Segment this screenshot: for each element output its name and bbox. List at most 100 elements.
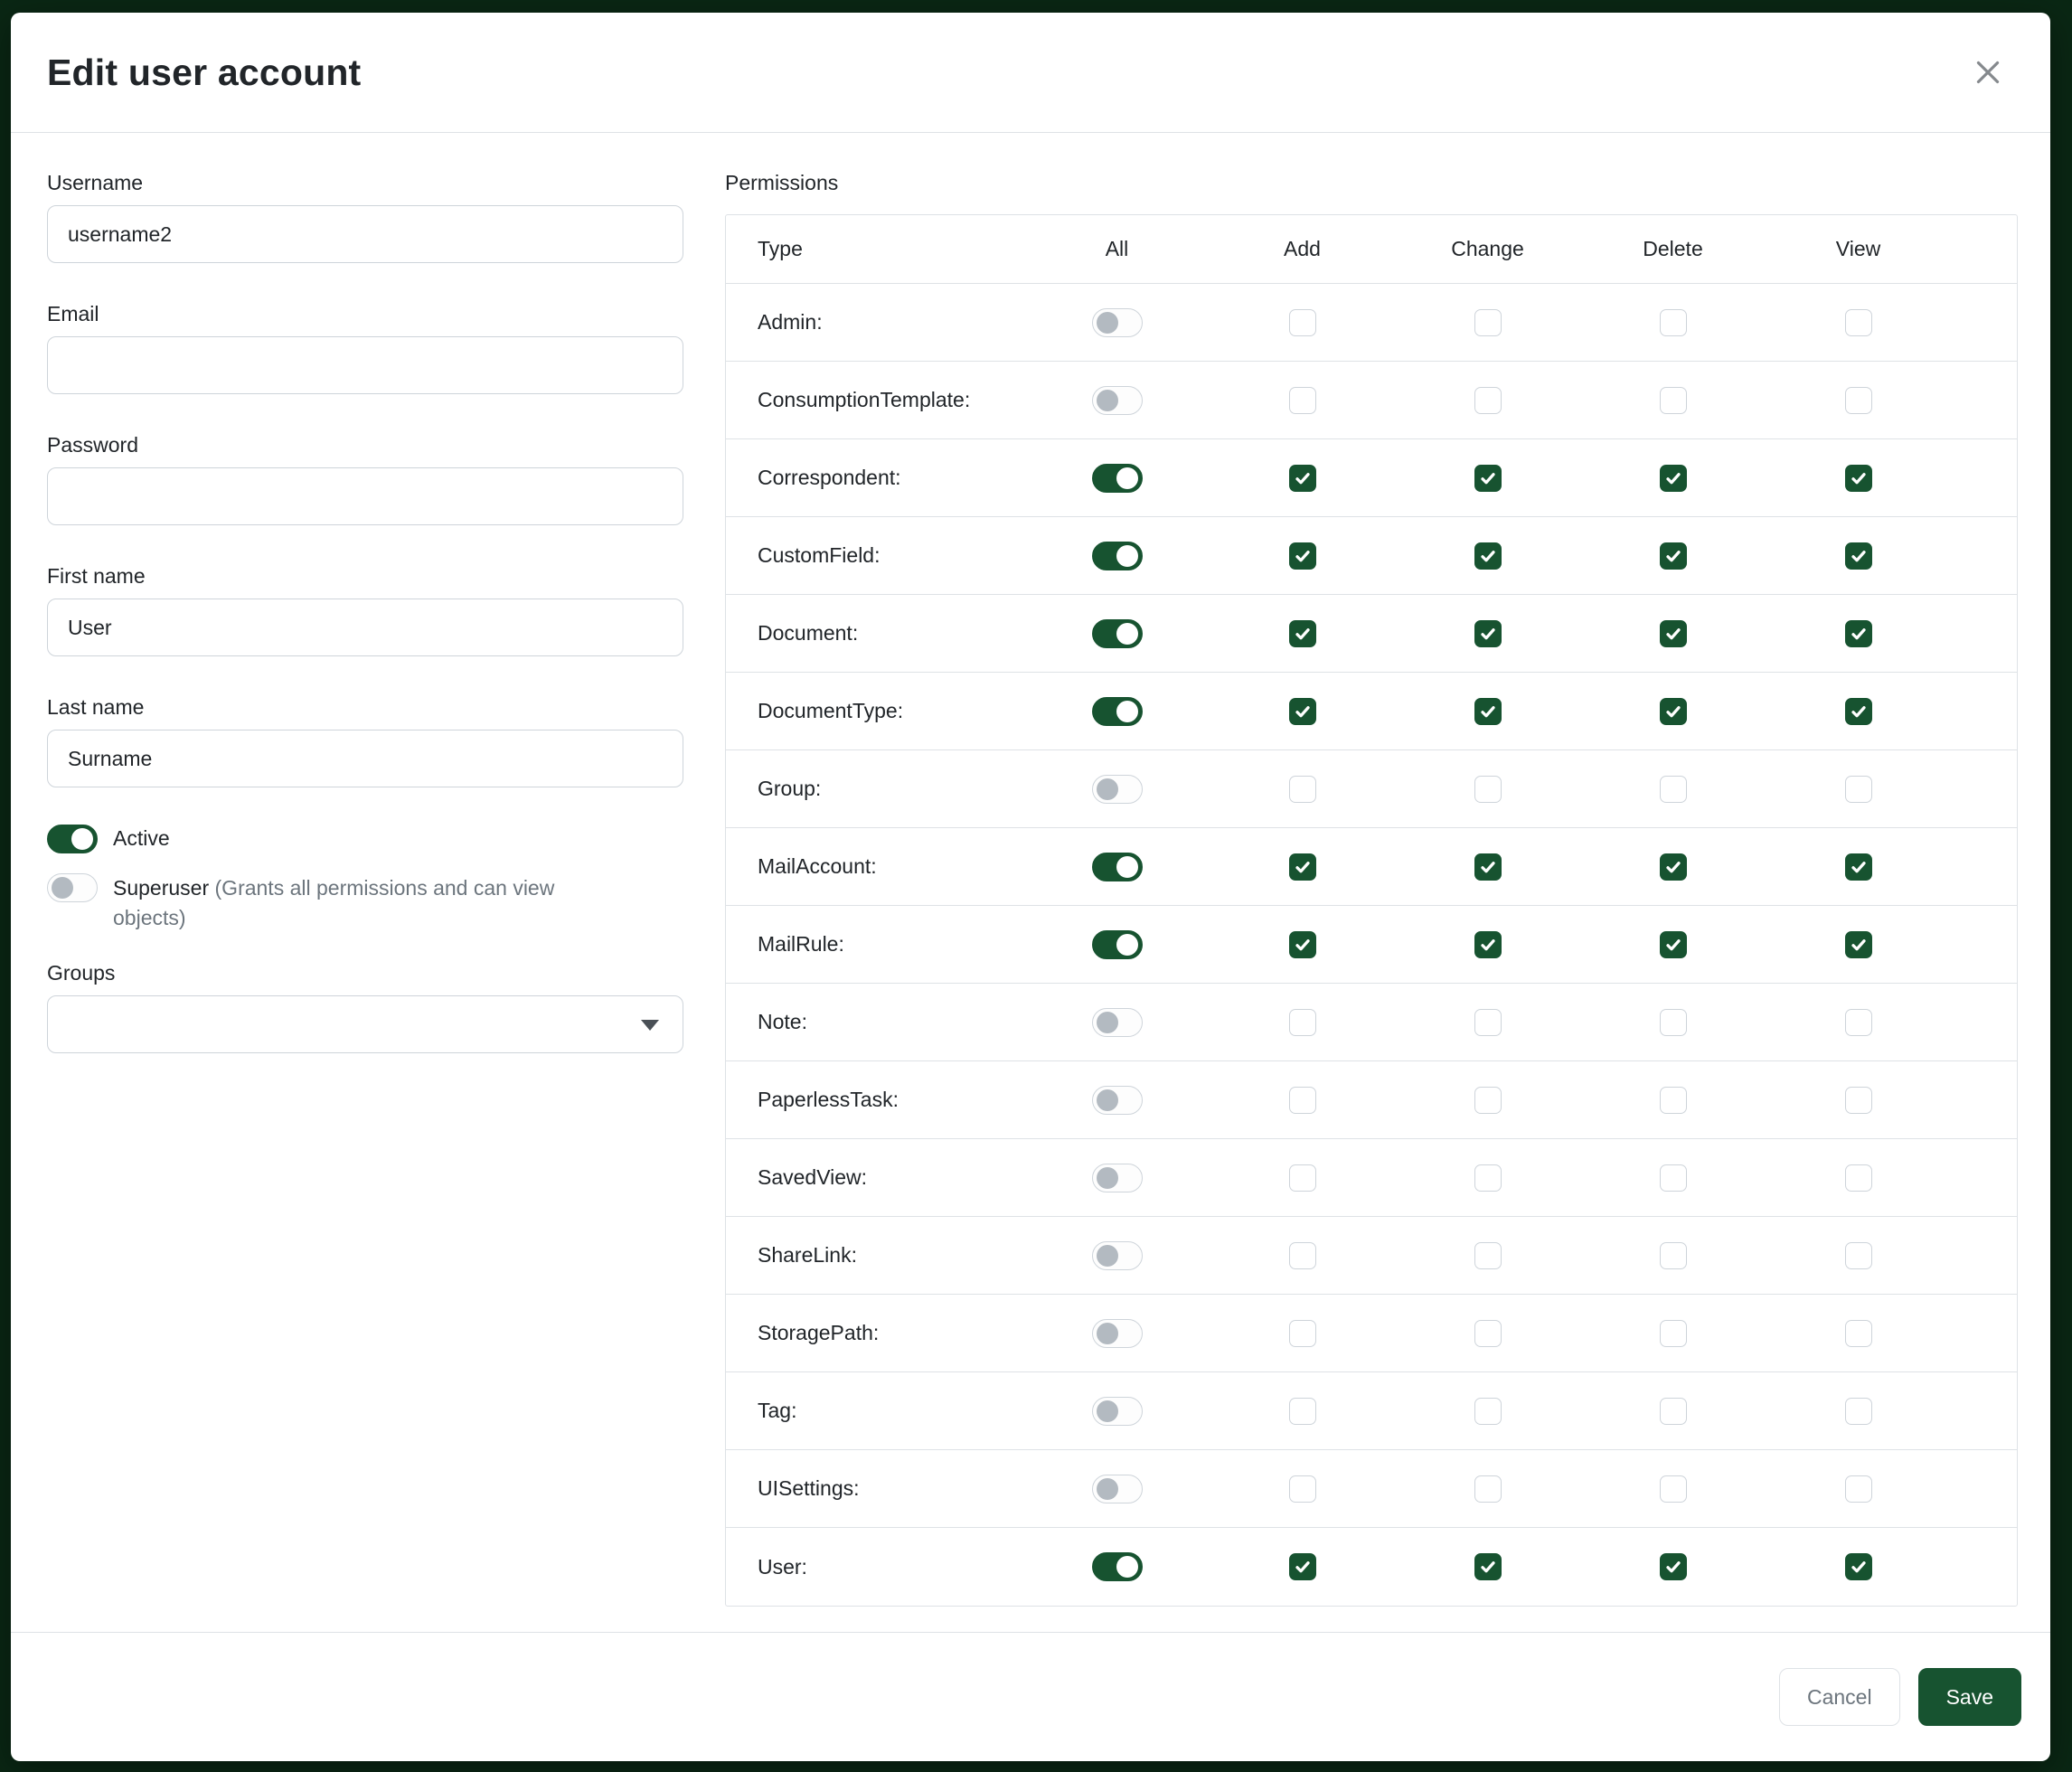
permission-change-checkbox[interactable] [1474,1242,1502,1269]
permission-view-checkbox[interactable] [1845,1398,1872,1425]
permission-change-checkbox[interactable] [1474,1320,1502,1347]
permission-add-checkbox[interactable] [1289,1087,1316,1114]
permission-add-checkbox[interactable] [1289,542,1316,570]
permission-delete-checkbox[interactable] [1660,542,1687,570]
permission-view-checkbox[interactable] [1845,1320,1872,1347]
permission-row: MailRule: [726,906,2017,984]
permission-view-checkbox[interactable] [1845,776,1872,803]
permission-delete-checkbox[interactable] [1660,1164,1687,1192]
active-toggle[interactable] [47,825,98,853]
permission-add-checkbox[interactable] [1289,1320,1316,1347]
permission-view-checkbox[interactable] [1845,853,1872,881]
permission-delete-checkbox[interactable] [1660,1320,1687,1347]
permission-delete-checkbox[interactable] [1660,1475,1687,1503]
permission-delete-checkbox[interactable] [1660,1242,1687,1269]
permission-all-toggle[interactable] [1092,853,1143,881]
close-button[interactable] [1965,50,2011,95]
permission-change-checkbox[interactable] [1474,776,1502,803]
permission-delete-checkbox[interactable] [1660,465,1687,492]
save-button[interactable]: Save [1918,1668,2021,1726]
username-input[interactable] [47,205,683,263]
cancel-button[interactable]: Cancel [1779,1668,1900,1726]
permission-all-toggle[interactable] [1092,1008,1143,1037]
permission-add-checkbox[interactable] [1289,387,1316,414]
permission-all-toggle[interactable] [1092,619,1143,648]
permission-delete-checkbox[interactable] [1660,1398,1687,1425]
permission-all-toggle[interactable] [1092,464,1143,493]
permission-all-toggle[interactable] [1092,775,1143,804]
permission-change-checkbox[interactable] [1474,1087,1502,1114]
permission-all-toggle[interactable] [1092,697,1143,726]
permission-add-checkbox[interactable] [1289,698,1316,725]
permission-delete-checkbox[interactable] [1660,387,1687,414]
permission-add-checkbox[interactable] [1289,1242,1316,1269]
permission-change-checkbox[interactable] [1474,465,1502,492]
permission-add-checkbox[interactable] [1289,620,1316,647]
permission-all-toggle[interactable] [1092,1319,1143,1348]
permission-add-checkbox[interactable] [1289,1475,1316,1503]
permission-change-checkbox[interactable] [1474,387,1502,414]
permission-all-toggle[interactable] [1092,308,1143,337]
permission-view-checkbox[interactable] [1845,931,1872,958]
permission-delete-checkbox[interactable] [1660,1087,1687,1114]
permission-change-checkbox[interactable] [1474,620,1502,647]
permission-add-checkbox[interactable] [1289,853,1316,881]
permission-delete-checkbox[interactable] [1660,309,1687,336]
permission-delete-checkbox[interactable] [1660,1553,1687,1580]
permission-change-checkbox[interactable] [1474,931,1502,958]
permission-all-toggle[interactable] [1092,386,1143,415]
permissions-panel: Permissions Type All Add Change Delete V… [725,167,2018,1632]
permission-all-toggle[interactable] [1092,542,1143,570]
permission-change-checkbox[interactable] [1474,309,1502,336]
permission-change-checkbox[interactable] [1474,1553,1502,1580]
permission-add-checkbox[interactable] [1289,1553,1316,1580]
last-name-input[interactable] [47,730,683,787]
permission-change-checkbox[interactable] [1474,542,1502,570]
permission-delete-checkbox[interactable] [1660,698,1687,725]
permission-view-checkbox[interactable] [1845,387,1872,414]
permission-delete-checkbox[interactable] [1660,931,1687,958]
permission-change-checkbox[interactable] [1474,1475,1502,1503]
permission-add-checkbox[interactable] [1289,1009,1316,1036]
permission-add-checkbox[interactable] [1289,309,1316,336]
permission-change-checkbox[interactable] [1474,1164,1502,1192]
groups-select[interactable] [47,995,683,1053]
permission-change-checkbox[interactable] [1474,853,1502,881]
permission-all-toggle[interactable] [1092,1552,1143,1581]
permission-add-checkbox[interactable] [1289,1164,1316,1192]
permission-change-checkbox[interactable] [1474,1398,1502,1425]
permission-delete-checkbox[interactable] [1660,620,1687,647]
permission-view-checkbox[interactable] [1845,1087,1872,1114]
toggle-knob [1097,1400,1118,1422]
permission-delete-checkbox[interactable] [1660,1009,1687,1036]
permission-delete-checkbox[interactable] [1660,853,1687,881]
superuser-toggle[interactable] [47,873,98,902]
permission-all-toggle[interactable] [1092,1475,1143,1503]
permission-all-toggle[interactable] [1092,930,1143,959]
permission-add-checkbox[interactable] [1289,1398,1316,1425]
first-name-input[interactable] [47,599,683,656]
permission-view-checkbox[interactable] [1845,1009,1872,1036]
permission-view-checkbox[interactable] [1845,698,1872,725]
permission-view-checkbox[interactable] [1845,1164,1872,1192]
password-input[interactable] [47,467,683,525]
email-input[interactable] [47,336,683,394]
permission-all-toggle[interactable] [1092,1164,1143,1192]
permission-view-checkbox[interactable] [1845,1553,1872,1580]
permission-all-toggle[interactable] [1092,1241,1143,1270]
permission-delete-checkbox[interactable] [1660,776,1687,803]
permission-change-checkbox[interactable] [1474,698,1502,725]
permission-add-checkbox[interactable] [1289,465,1316,492]
permission-view-checkbox[interactable] [1845,1242,1872,1269]
permission-all-toggle[interactable] [1092,1397,1143,1426]
permission-all-toggle[interactable] [1092,1086,1143,1115]
permission-view-checkbox[interactable] [1845,465,1872,492]
permission-view-checkbox[interactable] [1845,1475,1872,1503]
permission-add-checkbox[interactable] [1289,931,1316,958]
permission-view-checkbox[interactable] [1845,542,1872,570]
permission-change-checkbox[interactable] [1474,1009,1502,1036]
permission-view-checkbox[interactable] [1845,309,1872,336]
permission-view-checkbox[interactable] [1845,620,1872,647]
permission-row: Correspondent: [726,439,2017,517]
permission-add-checkbox[interactable] [1289,776,1316,803]
